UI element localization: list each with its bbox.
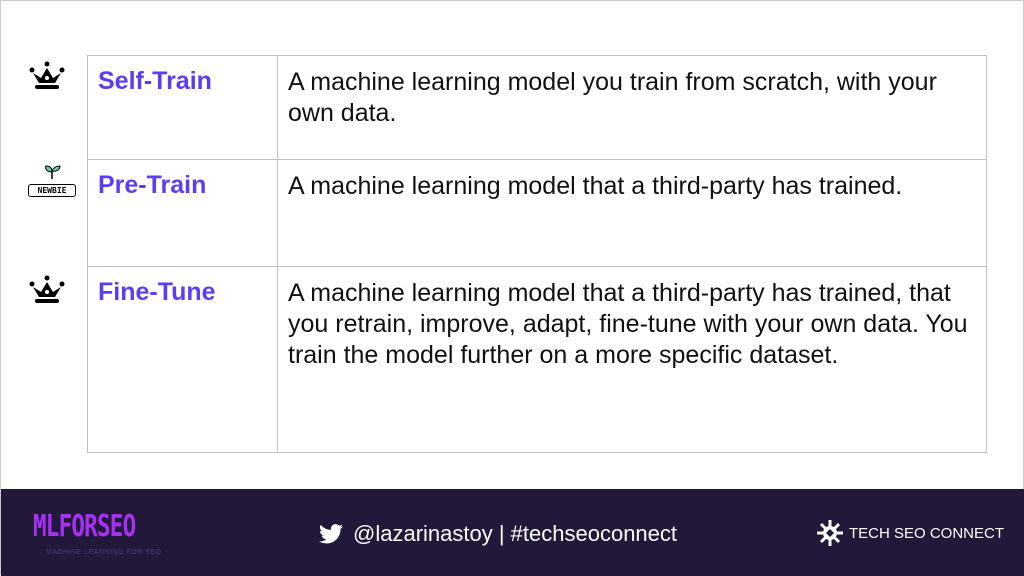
term-cell: Self-Train	[87, 55, 278, 160]
definition-cell: A machine learning model that a third-pa…	[277, 159, 987, 267]
table-row: Pre-Train A machine learning model that a…	[87, 159, 987, 267]
footer: MLFORSEO MACHINE LEARNING FOR SEO @lazar…	[1, 489, 1024, 576]
social-handle: @lazarinastoy | #techseoconnect	[319, 521, 677, 547]
term-cell: Fine-Tune	[87, 266, 278, 453]
crown-icon	[29, 275, 65, 303]
social-text: @lazarinastoy | #techseoconnect	[353, 521, 678, 546]
table-row: Self-Train A machine learning model you t…	[87, 55, 987, 160]
term-cell: Pre-Train	[87, 159, 278, 267]
mlforseo-logo: MLFORSEO	[33, 509, 136, 544]
definition-cell: A machine learning model that a third-pa…	[277, 266, 987, 453]
crown-icon	[29, 61, 65, 89]
newbie-sprout-icon: NEWBIE	[28, 165, 76, 197]
newbie-label: NEWBIE	[28, 184, 76, 197]
tech-seo-connect-logo: TECH SEO CONNECT	[816, 519, 1004, 547]
logo-subtitle: MACHINE LEARNING FOR SEO	[46, 549, 162, 556]
table-row: Fine-Tune A machine learning model that a…	[87, 266, 987, 453]
twitter-icon	[319, 524, 343, 544]
definition-cell: A machine learning model you train from …	[277, 55, 987, 160]
training-types-table: Self-Train A machine learning model you t…	[87, 55, 987, 453]
starburst-icon	[817, 520, 843, 546]
brand-text: TECH SEO CONNECT	[849, 524, 1005, 542]
